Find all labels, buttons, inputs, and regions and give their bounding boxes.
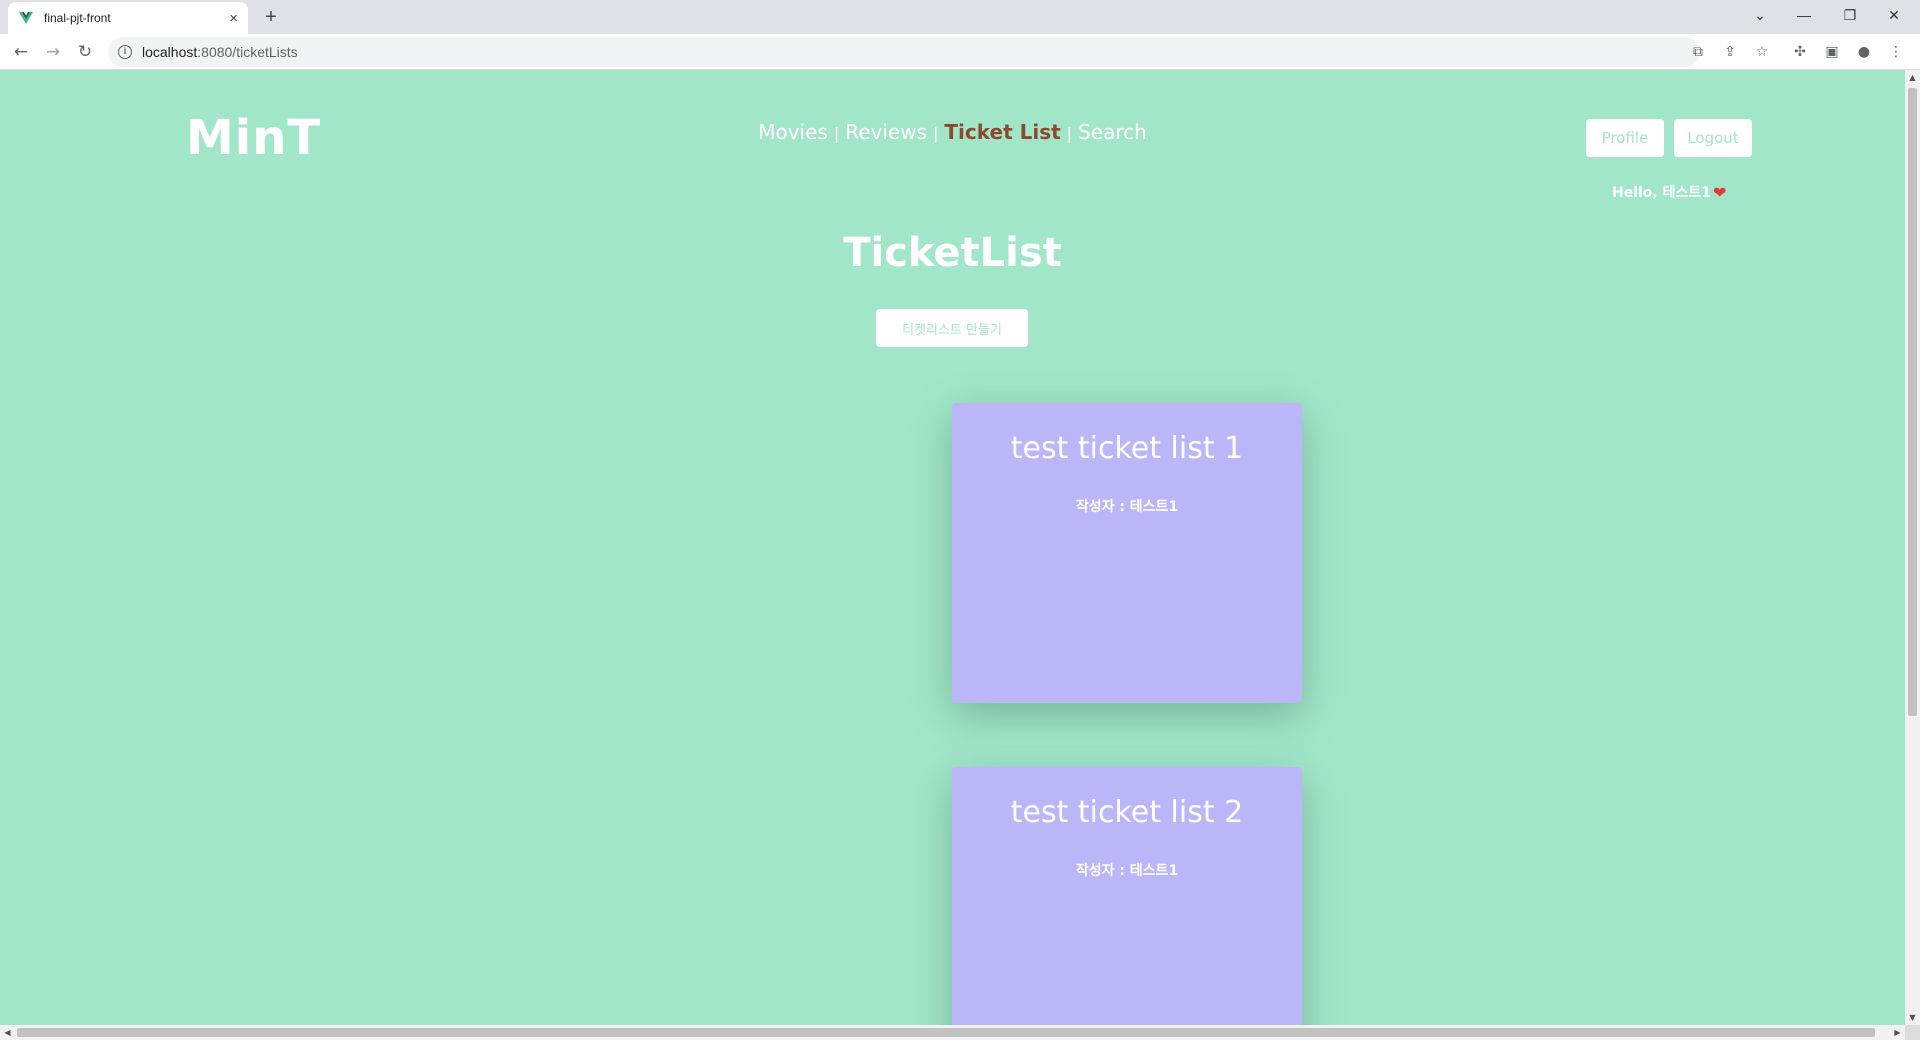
profile-button[interactable]: Profile <box>1586 119 1664 157</box>
minimize-icon[interactable]: — <box>1784 0 1824 30</box>
scroll-left-icon[interactable]: ◀ <box>0 1025 15 1040</box>
nav-separator: | <box>933 124 939 143</box>
ticket-list-author: 작성자 : 테스트1 <box>1075 863 1179 879</box>
vertical-scrollbar[interactable]: ▲ ▼ <box>1905 70 1920 1025</box>
forward-icon[interactable]: → <box>41 40 65 64</box>
greeting: Hello, 테스트1 ❤ <box>1612 182 1726 202</box>
back-icon[interactable]: ← <box>9 40 33 64</box>
address-bar[interactable]: i localhost:8080/ticketLists <box>108 37 1700 67</box>
extensions-icon[interactable]: ✣ <box>1790 42 1810 62</box>
vue-logo-icon <box>19 12 33 24</box>
browser-tab[interactable]: final-pjt-front × <box>8 2 248 34</box>
browser-toolbar: ← → ↻ i localhost:8080/ticketLists ⧉ ⇪ ☆… <box>0 34 1920 70</box>
bookmark-star-icon[interactable]: ☆ <box>1752 42 1772 62</box>
side-panel-icon[interactable]: ▣ <box>1822 42 1842 62</box>
ticket-list-title: test ticket list 2 <box>1010 795 1244 830</box>
nav-reviews[interactable]: Reviews <box>845 120 927 144</box>
ticket-list-title: test ticket list 1 <box>1010 431 1244 466</box>
ticket-list-card[interactable]: test ticket list 1 작성자 : 테스트1 <box>952 403 1302 703</box>
nav-ticket-list[interactable]: Ticket List <box>944 120 1060 144</box>
reload-icon[interactable]: ↻ <box>73 40 97 64</box>
site-info-icon[interactable]: i <box>118 45 132 59</box>
ticket-list-author: 작성자 : 테스트1 <box>1075 499 1179 515</box>
nav-movies[interactable]: Movies <box>758 120 828 144</box>
translate-icon[interactable]: ⧉ <box>1688 42 1708 62</box>
create-ticket-list-button[interactable]: 티켓리스트 만들기 <box>876 309 1028 347</box>
scrollbar-corner <box>1905 1025 1920 1040</box>
tab-title: final-pjt-front <box>44 11 111 25</box>
scroll-up-icon[interactable]: ▲ <box>1905 70 1920 85</box>
menu-icon[interactable]: ⋮ <box>1886 42 1906 62</box>
vertical-scroll-thumb[interactable] <box>1908 88 1917 716</box>
horizontal-scroll-thumb[interactable] <box>17 1028 1875 1037</box>
scroll-right-icon[interactable]: ▶ <box>1890 1025 1905 1040</box>
browser-tab-bar: final-pjt-front × + ⌄ — ❐ ✕ <box>0 0 1920 34</box>
url-path: :8080/ticketLists <box>197 44 298 60</box>
logout-button[interactable]: Logout <box>1674 119 1752 157</box>
tab-search-icon[interactable]: ⌄ <box>1740 0 1780 30</box>
page-viewport: MinT Movies | Reviews | Ticket List | Search P… <box>0 70 1905 1025</box>
share-icon[interactable]: ⇪ <box>1720 42 1740 62</box>
nav-separator: | <box>833 124 840 143</box>
close-window-icon[interactable]: ✕ <box>1874 0 1914 30</box>
profile-avatar-icon[interactable]: ● <box>1854 42 1874 62</box>
greeting-text: Hello, 테스트1 <box>1612 185 1712 201</box>
restore-icon[interactable]: ❐ <box>1830 0 1870 30</box>
url-host: localhost <box>142 44 198 60</box>
tab-close-icon[interactable]: × <box>229 10 238 27</box>
new-tab-button[interactable]: + <box>258 4 284 30</box>
scroll-down-icon[interactable]: ▼ <box>1905 1010 1920 1025</box>
nav-separator: | <box>1066 124 1073 143</box>
horizontal-scrollbar[interactable]: ◀ ▶ <box>0 1025 1905 1040</box>
nav-search[interactable]: Search <box>1078 120 1147 144</box>
heart-icon: ❤ <box>1713 182 1727 202</box>
ticket-list-card[interactable]: test ticket list 2 작성자 : 테스트1 <box>952 767 1302 1025</box>
page-title: TicketList <box>843 230 1062 276</box>
